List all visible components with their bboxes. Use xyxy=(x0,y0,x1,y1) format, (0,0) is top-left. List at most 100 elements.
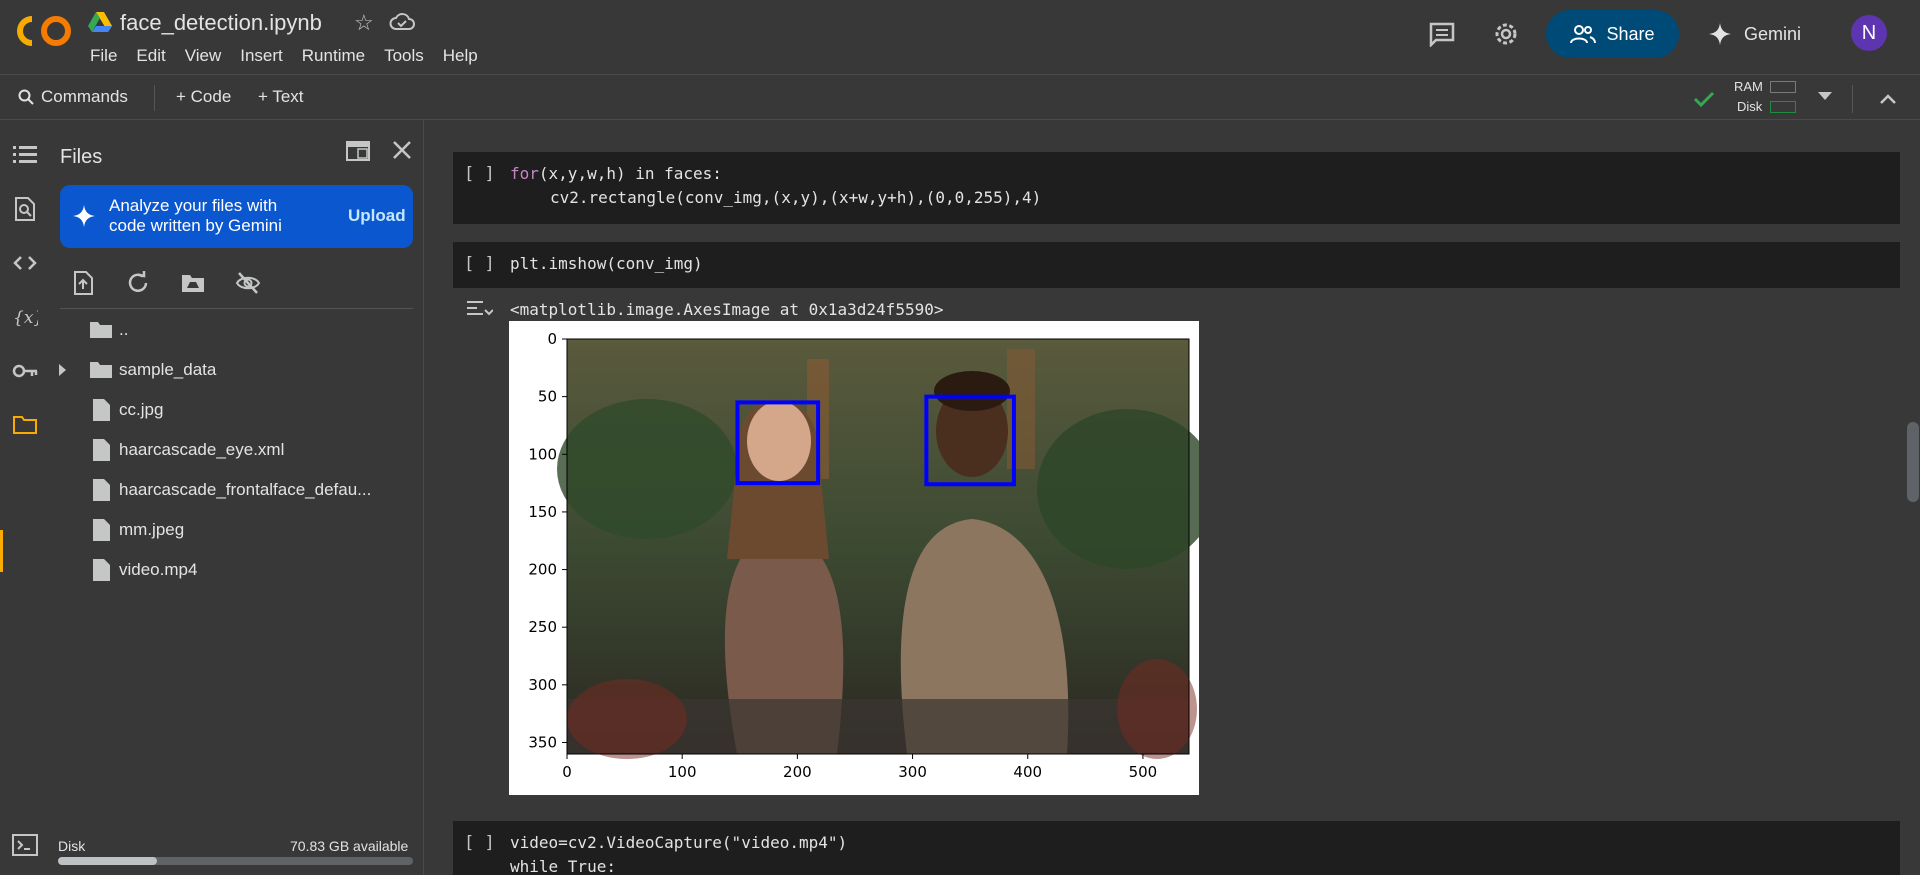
commands-button[interactable]: Commands xyxy=(18,87,128,107)
disk-label: Disk xyxy=(58,838,86,854)
file-name: haarcascade_eye.xml xyxy=(119,440,285,459)
man-hair xyxy=(934,371,1010,411)
x-tick-label: 400 xyxy=(1013,763,1042,781)
file-item-parent[interactable]: .. xyxy=(50,310,424,350)
menu-insert[interactable]: Insert xyxy=(240,46,283,66)
banner-text: Analyze your files with code written by … xyxy=(109,196,282,235)
menu-edit[interactable]: Edit xyxy=(136,46,165,66)
file-item-sample-data[interactable]: sample_data xyxy=(50,350,424,390)
notebook-scrollbar[interactable] xyxy=(1907,422,1919,502)
notebook-area: [ ] for(x,y,w,h) in faces: cv2.rectangle… xyxy=(425,120,1920,875)
matplotlib-output: 0 100 200 300 400 500 0 50 100 150 200 250 300 350 xyxy=(509,321,1217,795)
share-label: Share xyxy=(1606,23,1655,44)
refresh-icon[interactable] xyxy=(125,270,151,296)
disk-meter[interactable] xyxy=(1770,101,1796,113)
code-cell-imshow[interactable]: [ ] plt.imshow(conv_img) xyxy=(453,242,1900,288)
file-item-haarcascade-frontalface[interactable]: haarcascade_frontalface_defau... xyxy=(50,470,424,510)
menu-view[interactable]: View xyxy=(185,46,222,66)
open-in-tab-icon[interactable] xyxy=(346,140,370,162)
flowers-right xyxy=(1117,659,1197,759)
file-item-haarcascade-eye[interactable]: haarcascade_eye.xml xyxy=(50,430,424,470)
cloud-saved-icon[interactable] xyxy=(389,12,415,32)
drive-icon[interactable] xyxy=(88,12,112,32)
variables-icon[interactable]: {x} xyxy=(12,304,38,330)
y-tick-label: 350 xyxy=(528,733,557,751)
foliage-left xyxy=(557,399,737,539)
disk-available: 70.83 GB available xyxy=(290,838,409,854)
upload-file-icon[interactable] xyxy=(70,270,96,296)
terminal-icon[interactable] xyxy=(12,832,38,858)
upload-button[interactable]: Upload xyxy=(348,206,406,226)
plot-svg: 0 100 200 300 400 500 0 50 100 150 200 250 300 350 xyxy=(528,330,1217,781)
file-item-video-mp4[interactable]: video.mp4 xyxy=(50,550,424,590)
file-name: .. xyxy=(119,320,129,339)
file-name: haarcascade_frontalface_defau... xyxy=(119,480,372,499)
add-text-button[interactable]: + Text xyxy=(258,87,304,107)
file-name: mm.jpeg xyxy=(119,520,185,539)
colab-logo[interactable] xyxy=(16,14,72,48)
chevron-up-icon[interactable] xyxy=(1878,89,1898,109)
top-header: face_detection.ipynb ☆ File Edit View In… xyxy=(0,0,1920,74)
ram-meter[interactable] xyxy=(1770,81,1796,93)
code-cell-video-capture[interactable]: [ ] video=cv2.VideoCapture("video.mp4") … xyxy=(453,821,1900,875)
find-icon[interactable] xyxy=(12,196,38,222)
chevron-down-icon[interactable] xyxy=(1818,92,1832,100)
key-icon[interactable] xyxy=(12,358,38,384)
rail-active-indicator xyxy=(0,530,3,572)
gemini-sparkle-icon xyxy=(1709,23,1731,45)
file-item-mm-jpeg[interactable]: mm.jpeg xyxy=(50,510,424,550)
x-tick-label: 200 xyxy=(783,763,812,781)
table-of-contents-icon[interactable] xyxy=(12,142,38,168)
code-text: (x,y,w,h) in faces: xyxy=(538,164,722,183)
gemini-button[interactable]: Gemini xyxy=(1708,14,1801,54)
y-tick-label: 200 xyxy=(528,561,557,579)
share-button[interactable]: Share xyxy=(1546,10,1679,58)
y-tick-label: 0 xyxy=(547,330,557,348)
menu-bar: File Edit View Insert Runtime Tools Help xyxy=(90,46,497,66)
code-line-imshow[interactable]: plt.imshow(conv_img) xyxy=(510,252,703,276)
x-tick-label: 100 xyxy=(668,763,697,781)
y-tick-label: 250 xyxy=(528,618,557,636)
folder-open-icon xyxy=(90,322,112,338)
left-rail: {x} xyxy=(0,120,50,875)
x-tick-label: 300 xyxy=(898,763,927,781)
run-cell-button[interactable]: [ ] xyxy=(464,164,495,184)
keyword-for: for xyxy=(510,164,539,183)
disk-usage-fill xyxy=(58,857,158,865)
code-line-while[interactable]: while True: xyxy=(510,855,616,875)
avatar[interactable]: N xyxy=(1851,15,1887,51)
output-actions-icon[interactable] xyxy=(465,298,493,322)
search-icon xyxy=(18,89,34,105)
file-item-cc-jpg[interactable]: cc.jpg xyxy=(50,390,424,430)
code-line-1[interactable]: for(x,y,w,h) in faces: xyxy=(510,162,722,186)
hide-files-icon[interactable] xyxy=(235,270,261,296)
menu-file[interactable]: File xyxy=(90,46,117,66)
disk-meter-label: Disk xyxy=(1737,99,1763,114)
code-line-2[interactable]: cv2.rectangle(conv_img,(x,y),(x+w,y+h),(… xyxy=(550,186,1041,210)
add-code-button[interactable]: + Code xyxy=(176,87,231,107)
code-cell-draw-rectangles[interactable]: [ ] for(x,y,w,h) in faces: cv2.rectangle… xyxy=(453,152,1900,224)
menu-runtime[interactable]: Runtime xyxy=(302,46,365,66)
code-snippets-icon[interactable] xyxy=(12,250,38,276)
code-line-video[interactable]: video=cv2.VideoCapture("video.mp4") xyxy=(510,831,847,855)
run-cell-button[interactable]: [ ] xyxy=(464,833,495,853)
files-panel: Files Analyze your files with code writt… xyxy=(50,120,424,875)
gear-icon[interactable] xyxy=(1492,20,1520,48)
expand-arrow-icon[interactable] xyxy=(59,364,66,376)
folder-icon[interactable] xyxy=(12,412,38,438)
notebook-title[interactable]: face_detection.ipynb xyxy=(120,10,322,36)
commands-label: Commands xyxy=(41,87,128,106)
close-icon[interactable] xyxy=(390,138,414,162)
connected-check-icon[interactable] xyxy=(1692,87,1716,111)
x-tick-label: 500 xyxy=(1129,763,1158,781)
file-name: sample_data xyxy=(119,360,217,379)
menu-tools[interactable]: Tools xyxy=(384,46,424,66)
disk-usage-bar xyxy=(58,857,413,865)
files-title: Files xyxy=(60,146,103,168)
run-cell-button[interactable]: [ ] xyxy=(464,254,495,274)
mount-drive-icon[interactable] xyxy=(180,270,206,296)
comment-icon[interactable] xyxy=(1428,21,1456,47)
folder-icon xyxy=(90,362,112,378)
menu-help[interactable]: Help xyxy=(443,46,478,66)
star-icon[interactable]: ☆ xyxy=(354,10,374,36)
